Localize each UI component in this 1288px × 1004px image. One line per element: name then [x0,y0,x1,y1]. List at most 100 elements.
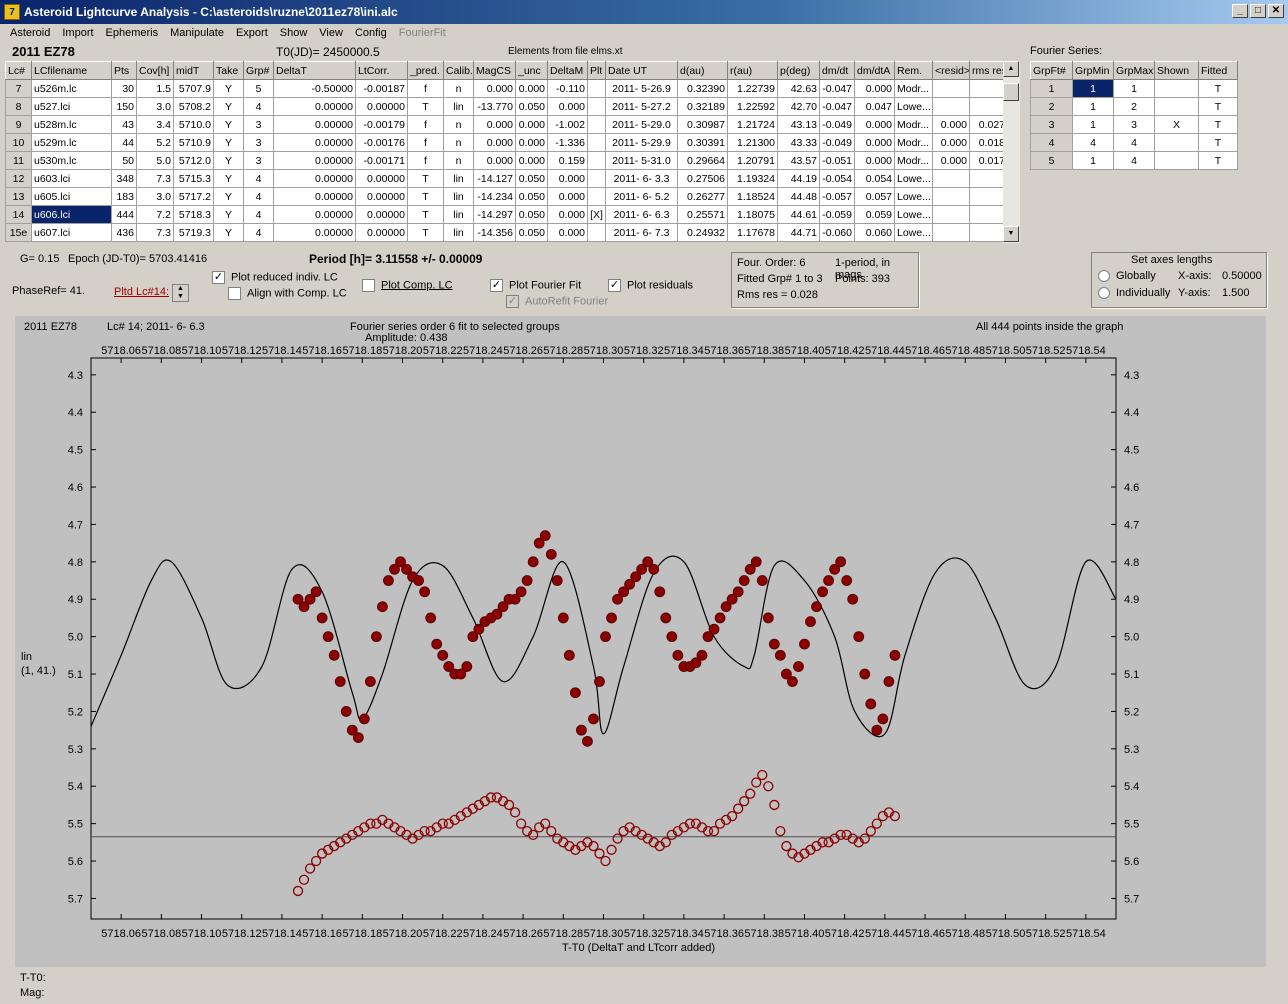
menu-import[interactable]: Import [56,27,99,39]
table-cell[interactable] [932,205,970,224]
table-cell[interactable]: f [407,115,444,134]
table-cell[interactable]: Lowe... [894,205,933,224]
table-cell[interactable]: 0.060 [854,223,895,242]
column-header[interactable]: DeltaM [547,61,588,80]
column-header[interactable]: dm/dt [819,61,855,80]
table-cell[interactable]: 0.000 [515,151,548,170]
table-cell[interactable]: -0.047 [819,97,855,116]
table-cell[interactable]: 0.00000 [273,115,356,134]
menu-config[interactable]: Config [349,27,393,39]
table-row[interactable]: 11 u530m.lc 50 5.0 5712.0 Y 3 0.00000 -0.00171 f n… [5,151,1008,170]
table-cell[interactable]: -0.00187 [355,79,408,98]
table-cell[interactable]: 0.000 [515,115,548,134]
table-cell[interactable]: 1.5 [136,79,174,98]
table-cell[interactable]: T [1198,115,1238,134]
table-cell[interactable]: 444 [111,205,137,224]
table-cell[interactable]: 0.000 [515,133,548,152]
table-cell[interactable]: 3.0 [136,187,174,206]
table-cell[interactable]: 5717.2 [173,187,214,206]
table-cell[interactable]: f [407,79,444,98]
table-cell[interactable]: 1.21724 [727,115,778,134]
table-cell[interactable]: 0.00000 [273,223,356,242]
table-cell[interactable]: 5719.3 [173,223,214,242]
table-cell[interactable]: -0.057 [819,187,855,206]
table-cell[interactable]: T [407,187,444,206]
table-cell[interactable]: 7.3 [136,223,174,242]
lc-spinner[interactable]: ▲ ▼ [172,284,189,302]
row-header[interactable]: 5 [1030,151,1073,170]
table-cell[interactable]: -0.00171 [355,151,408,170]
table-cell[interactable]: -0.50000 [273,79,356,98]
table-cell[interactable]: 348 [111,169,137,188]
table-cell[interactable]: Y [213,205,244,224]
table-cell[interactable]: -0.059 [819,205,855,224]
table-cell[interactable]: 5710.0 [173,115,214,134]
table-cell[interactable]: 0.000 [473,133,516,152]
row-header[interactable]: 15e [5,223,32,242]
table-cell[interactable]: 5708.2 [173,97,214,116]
table-cell[interactable] [932,169,970,188]
table-cell[interactable]: 1.20791 [727,151,778,170]
table-cell[interactable] [969,97,1008,116]
lc-table-scrollbar[interactable]: ▲ ▼ [1003,61,1020,243]
table-cell[interactable]: 0.000 [473,151,516,170]
table-cell[interactable]: -0.049 [819,115,855,134]
table-cell[interactable]: 2011- 5-29.0 [605,115,678,134]
table-row[interactable]: 10 u529m.lc 44 5.2 5710.9 Y 3 0.00000 -0.00176 f n… [5,133,1008,152]
table-cell[interactable]: Y [213,79,244,98]
table-cell[interactable]: 1 [1072,151,1114,170]
table-cell[interactable]: 0.32390 [677,79,728,98]
column-header[interactable]: d(au) [677,61,728,80]
table-cell[interactable]: -0.060 [819,223,855,242]
table-row[interactable]: 444T [1030,133,1238,152]
table-cell[interactable]: 44.19 [777,169,820,188]
plot-fourier-checkbox[interactable]: ✓ Plot Fourier Fit [490,279,581,292]
table-cell[interactable]: u528m.lc [31,115,112,134]
table-cell[interactable]: 0.32189 [677,97,728,116]
table-cell[interactable] [969,223,1008,242]
minimize-button[interactable]: _ [1232,4,1248,18]
table-cell[interactable]: 0.29664 [677,151,728,170]
table-cell[interactable]: lin [443,223,474,242]
menu-asteroid[interactable]: Asteroid [4,27,56,39]
globally-radio[interactable]: Globally [1098,270,1156,283]
column-header[interactable]: _unc [515,61,548,80]
fourier-series-table[interactable]: GrpFt# GrpMin GrpMax Shown Fitted 111T212T31… [1030,61,1238,170]
table-cell[interactable]: Lowe... [894,223,933,242]
table-cell[interactable]: u530m.lc [31,151,112,170]
column-header[interactable]: _pred. [407,61,444,80]
maximize-button[interactable]: □ [1250,4,1266,18]
table-cell[interactable]: 0.27506 [677,169,728,188]
column-header[interactable]: Take [213,61,244,80]
table-cell[interactable]: 4 [1113,133,1155,152]
table-cell[interactable] [587,133,606,152]
column-header[interactable]: Lc# [5,61,32,80]
table-row[interactable]: 8 u527.lci 150 3.0 5708.2 Y 4 0.00000 0.00000 Tli… [5,97,1008,116]
table-row[interactable]: 7 u526m.lc 30 1.5 5707.9 Y 5 -0.50000 -0.00187 f n… [5,79,1008,98]
row-header[interactable]: 2 [1030,97,1073,116]
table-cell[interactable]: 2011- 6- 6.3 [605,205,678,224]
row-header[interactable]: 4 [1030,133,1073,152]
column-header[interactable]: Fitted [1198,61,1238,80]
table-cell[interactable]: 0.000 [473,115,516,134]
table-cell[interactable]: u603.lci [31,169,112,188]
table-cell[interactable]: T [1198,151,1238,170]
table-cell[interactable]: Y [213,115,244,134]
align-comp-checkbox[interactable]: Align with Comp. LC [228,287,347,300]
table-cell[interactable]: 0.047 [854,97,895,116]
table-cell[interactable]: Y [213,133,244,152]
table-cell[interactable]: 44.71 [777,223,820,242]
table-cell[interactable]: -14.297 [473,205,516,224]
table-cell[interactable]: 0.24932 [677,223,728,242]
table-cell[interactable]: X [1154,115,1199,134]
table-cell[interactable]: 2011- 6- 5.2 [605,187,678,206]
table-cell[interactable]: 2011- 5-31.0 [605,151,678,170]
table-cell[interactable]: 42.70 [777,97,820,116]
table-cell[interactable]: -0.110 [547,79,588,98]
column-header[interactable]: DeltaT [273,61,356,80]
table-cell[interactable]: 0.00000 [273,205,356,224]
table-cell[interactable]: Y [213,223,244,242]
table-cell[interactable]: 0.25571 [677,205,728,224]
table-cell[interactable] [587,187,606,206]
table-cell[interactable] [587,97,606,116]
